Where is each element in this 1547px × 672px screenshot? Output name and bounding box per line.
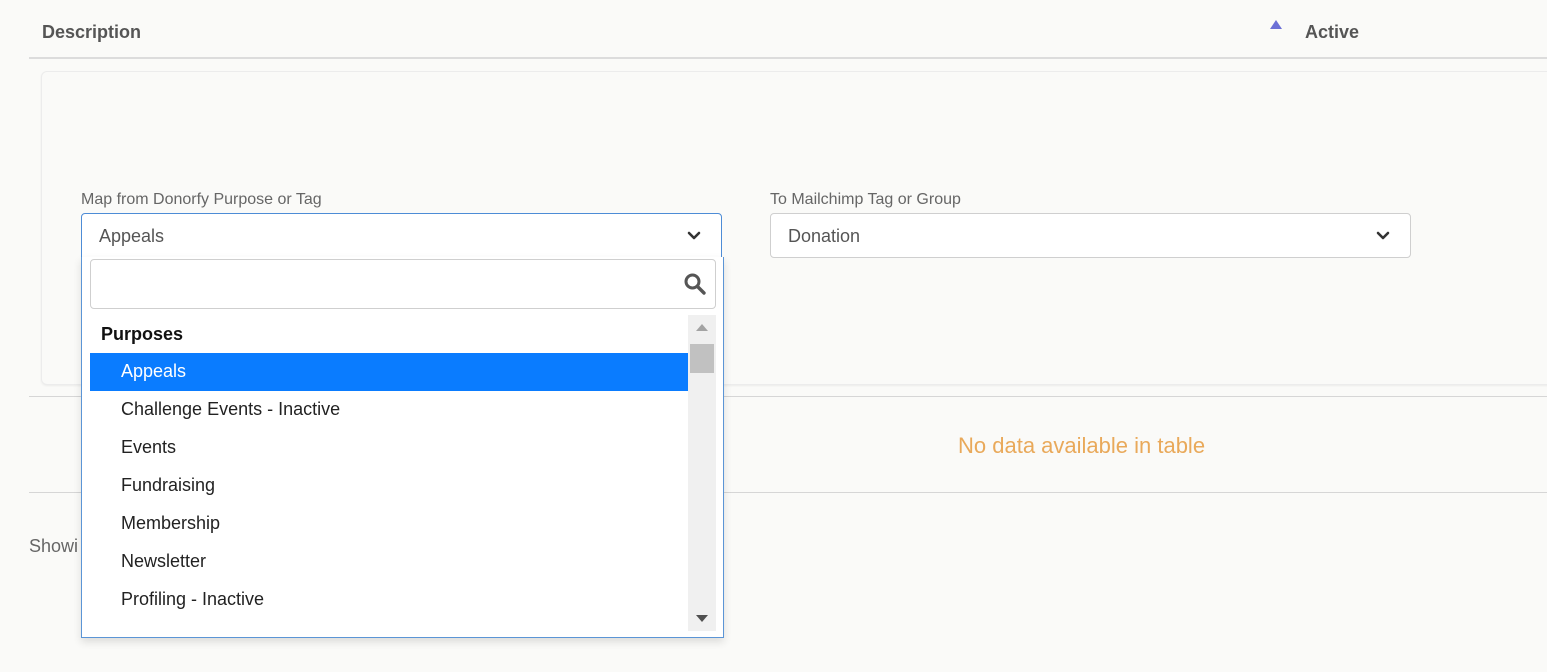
sort-ascending-icon[interactable]: [1270, 20, 1282, 29]
to-mailchimp-select[interactable]: Donation: [770, 213, 1411, 258]
option-label: Membership: [121, 513, 221, 533]
to-select-value: Donation: [788, 226, 861, 246]
scroll-up-icon[interactable]: [696, 324, 708, 331]
dropdown-option[interactable]: Profiling - Inactive: [90, 581, 688, 619]
option-label: Profiling - Inactive: [121, 589, 265, 609]
chevron-down-icon: [1376, 231, 1390, 240]
dropdown-option[interactable]: Events: [90, 429, 688, 467]
to-field-label: To Mailchimp Tag or Group: [770, 191, 961, 208]
chevron-down-icon: [687, 231, 701, 240]
scroll-down-icon[interactable]: [696, 615, 708, 622]
dropdown-search-input[interactable]: [90, 259, 716, 309]
empty-table-message: No data available in table: [958, 433, 1206, 458]
option-label: Events: [121, 437, 177, 457]
option-group-label: Purposes: [101, 324, 184, 344]
column-header-description[interactable]: Description: [42, 22, 141, 43]
dropdown-option[interactable]: Challenge Events - Inactive: [90, 391, 688, 429]
table-info-text: Showi: [29, 536, 79, 556]
from-purpose-select[interactable]: Appeals: [81, 213, 722, 258]
dropdown-option-list: Purposes Appeals Challenge Events - Inac…: [90, 315, 688, 631]
header-divider: [29, 57, 1547, 59]
option-label: Newsletter: [121, 551, 207, 571]
scrollbar-thumb[interactable]: [690, 344, 714, 373]
dropdown-scrollbar[interactable]: [688, 315, 716, 631]
option-label: Appeals: [121, 361, 187, 381]
search-icon: [684, 273, 706, 295]
from-select-value: Appeals: [99, 226, 165, 246]
from-field-label: Map from Donorfy Purpose or Tag: [81, 191, 322, 208]
option-label: Fundraising: [121, 475, 216, 495]
column-header-active[interactable]: Active: [1305, 22, 1359, 43]
option-label: Challenge Events - Inactive: [121, 399, 341, 419]
purpose-dropdown-panel: Purposes Appeals Challenge Events - Inac…: [81, 257, 724, 638]
dropdown-option[interactable]: Newsletter: [90, 543, 688, 581]
dropdown-option[interactable]: Membership: [90, 505, 688, 543]
dropdown-option[interactable]: Fundraising: [90, 467, 688, 505]
dropdown-option[interactable]: Appeals: [90, 353, 688, 391]
